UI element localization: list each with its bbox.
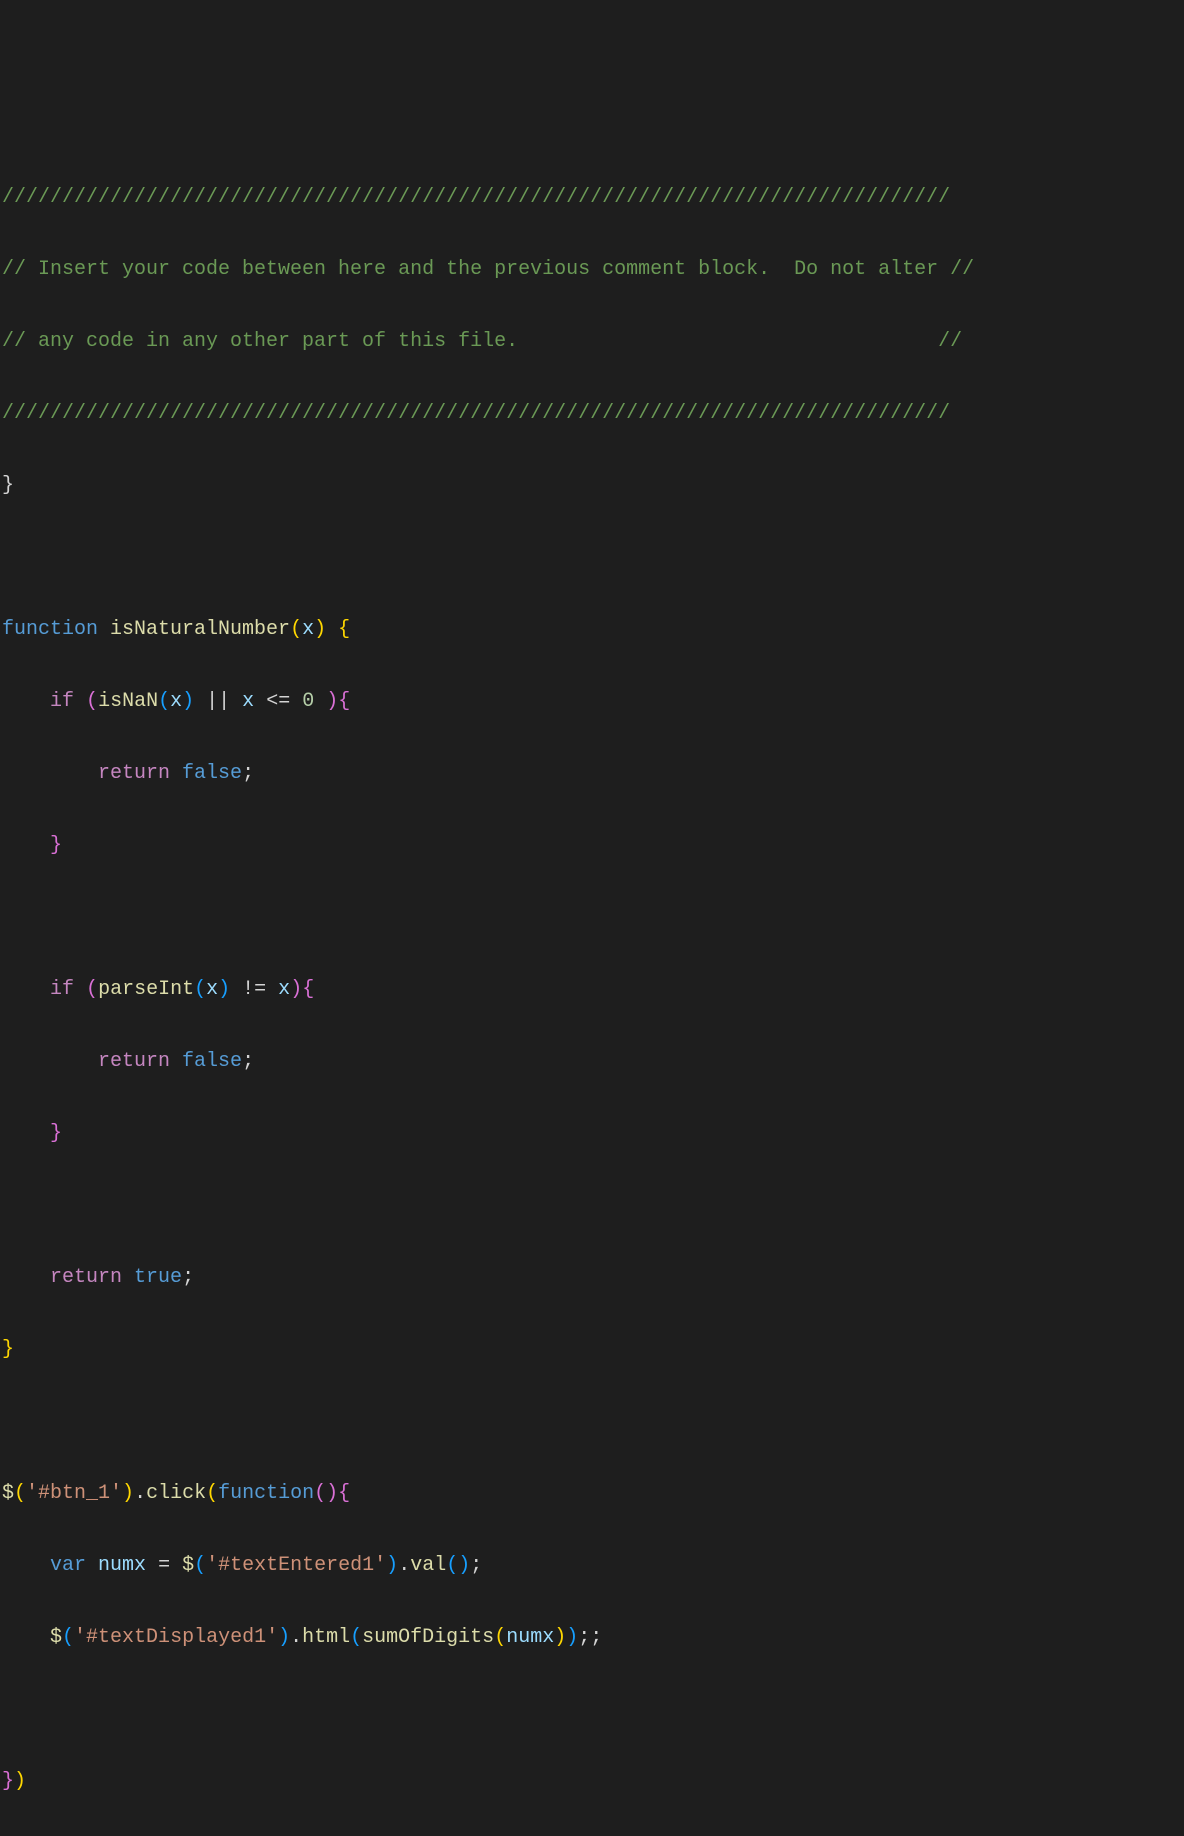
code-line[interactable]: }) [0,1764,1184,1800]
code-line[interactable]: function isNaturalNumber(x) { [0,612,1184,648]
eq-operator: = [158,1554,170,1577]
code-line[interactable]: if (parseInt(x) != x){ [0,972,1184,1008]
code-line[interactable]: ////////////////////////////////////////… [0,396,1184,432]
true-keyword: true [134,1266,182,1289]
jquery-dollar: $ [182,1554,194,1577]
code-line[interactable] [0,1188,1184,1224]
close-brace: } [50,834,62,857]
neq-operator: != [242,978,266,1001]
jquery-dollar: $ [50,1626,62,1649]
code-line[interactable]: if (isNaN(x) || x <= 0 ){ [0,684,1184,720]
close-brace: } [50,1122,62,1145]
comment-divider: ////////////////////////////////////////… [2,186,950,209]
var-x: x [206,978,218,1001]
code-line[interactable]: } [0,468,1184,504]
function-keyword: function [218,1482,314,1505]
code-line[interactable]: $('#textDisplayed1').html(sumOfDigits(nu… [0,1620,1184,1656]
function-keyword: function [2,618,98,641]
code-line[interactable]: // Insert your code between here and the… [0,252,1184,288]
html-method: html [302,1626,350,1649]
code-line[interactable] [0,1404,1184,1440]
var-numx: numx [506,1626,554,1649]
parseint-call: parseInt [98,978,194,1001]
sumofdigits-call: sumOfDigits [362,1626,494,1649]
comment-text: // Insert your code between here and the… [2,258,974,281]
false-keyword: false [182,762,242,785]
if-keyword: if [50,690,74,713]
comment-divider: ////////////////////////////////////////… [2,402,950,425]
isnan-call: isNaN [98,690,158,713]
number-zero: 0 [302,690,314,713]
close-brace: } [2,1338,14,1361]
if-keyword: if [50,978,74,1001]
code-line[interactable] [0,540,1184,576]
string-textentered: '#textEntered1' [206,1554,386,1577]
jquery-dollar: $ [2,1482,14,1505]
code-line[interactable]: $('#btn_1').click(function(){ [0,1476,1184,1512]
var-numx: numx [98,1554,146,1577]
or-operator: || [206,690,230,713]
code-editor[interactable]: ////////////////////////////////////////… [0,144,1184,1836]
code-line[interactable]: return true; [0,1260,1184,1296]
code-line[interactable]: // any code in any other part of this fi… [0,324,1184,360]
close-brace: } [2,474,14,497]
comment-text: // any code in any other part of this fi… [2,330,962,353]
var-x: x [278,978,290,1001]
string-textdisplayed: '#textDisplayed1' [74,1626,278,1649]
return-keyword: return [98,1050,170,1073]
var-x: x [170,690,182,713]
var-keyword: var [50,1554,86,1577]
code-line[interactable]: } [0,828,1184,864]
return-keyword: return [98,762,170,785]
param-x: x [302,618,314,641]
code-line[interactable] [0,900,1184,936]
code-line[interactable]: } [0,1332,1184,1368]
function-name: isNaturalNumber [110,618,290,641]
var-x: x [242,690,254,713]
code-line[interactable]: var numx = $('#textEntered1').val(); [0,1548,1184,1584]
val-method: val [410,1554,446,1577]
code-line[interactable]: return false; [0,756,1184,792]
code-line[interactable] [0,1692,1184,1728]
string-btn: '#btn_1' [26,1482,122,1505]
lte-operator: <= [266,690,290,713]
click-method: click [146,1482,206,1505]
return-keyword: return [50,1266,122,1289]
code-line[interactable]: } [0,1116,1184,1152]
code-line[interactable]: return false; [0,1044,1184,1080]
false-keyword: false [182,1050,242,1073]
code-line[interactable]: ////////////////////////////////////////… [0,180,1184,216]
